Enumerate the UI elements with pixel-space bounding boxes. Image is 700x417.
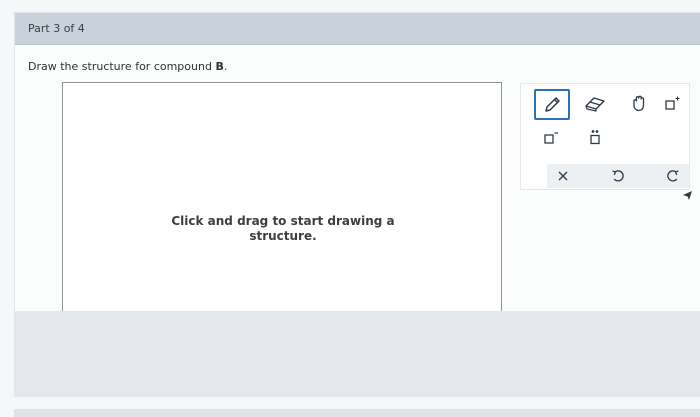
lone-pair-icon: [590, 130, 600, 145]
hand-tool[interactable]: [623, 90, 655, 118]
prompt-text: Draw the structure for compound: [28, 60, 216, 73]
redo-icon: [667, 170, 679, 182]
pencil-icon: [545, 96, 560, 112]
question-panel: Part 3 of 4 Draw the structure for compo…: [14, 12, 700, 397]
compound-label: B: [215, 60, 224, 73]
part-label: Part 3 of 4: [28, 22, 85, 35]
drawing-toolbar: [520, 83, 690, 190]
part-header: Part 3 of 4: [15, 13, 700, 45]
eraser-icon: [585, 97, 605, 112]
undo-tool[interactable]: [602, 162, 634, 190]
hand-icon: [633, 95, 645, 112]
lone-pair-tool[interactable]: [579, 124, 611, 152]
clear-tool[interactable]: [547, 162, 579, 190]
canvas-hint: Click and drag to start drawing a struct…: [171, 214, 395, 243]
pencil-tool[interactable]: [534, 89, 570, 120]
charge-plus-tool[interactable]: [657, 90, 689, 118]
close-icon: [558, 171, 568, 181]
charge-plus-icon: [665, 96, 680, 110]
charge-minus-icon: [544, 132, 558, 144]
lower-panel-area: [15, 311, 700, 396]
redo-tool[interactable]: [657, 162, 689, 190]
mouse-cursor-icon: [683, 191, 692, 200]
eraser-tool[interactable]: [579, 90, 611, 118]
undo-icon: [612, 170, 624, 182]
prompt-period: .: [223, 60, 228, 73]
footer-strip: [14, 409, 700, 417]
charge-minus-tool[interactable]: [535, 124, 567, 152]
question-prompt: Draw the structure for compound B.: [28, 60, 227, 73]
